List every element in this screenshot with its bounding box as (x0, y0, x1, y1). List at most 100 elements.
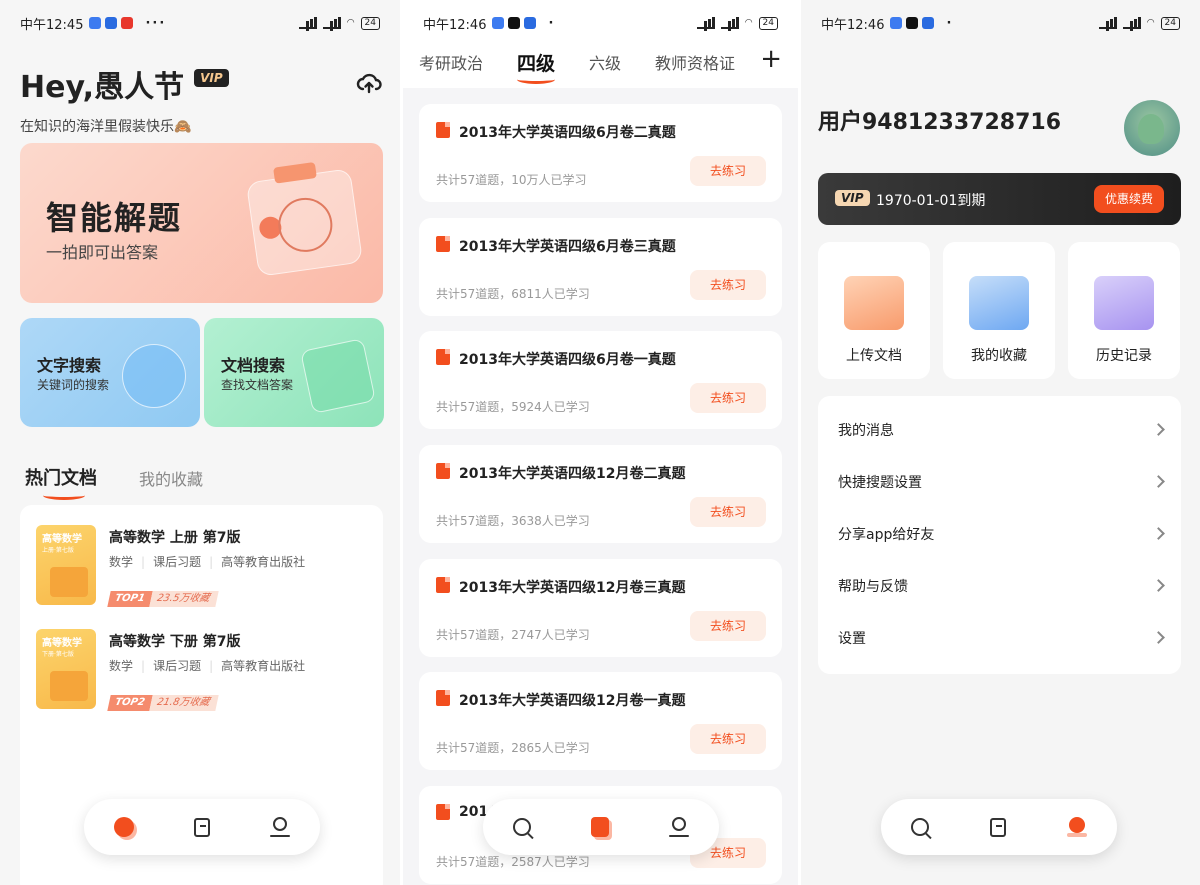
renew-button[interactable]: 优惠续费 (1094, 185, 1164, 213)
text-search-card[interactable]: 文字搜索 关键词的搜索 (20, 318, 200, 427)
home-screen: 中午12:45 ··· ◠ 24 Hey,愚人节 VIP 在知识的海洋里假装快乐… (0, 0, 400, 885)
tile-label: 上传文档 (846, 348, 902, 364)
wifi-icon: ◠ (744, 18, 753, 28)
practice-button[interactable]: 去练习 (690, 383, 766, 413)
menu-label: 分享app给好友 (838, 527, 935, 543)
status-bar: 中午12:46 · ◠ 24 (423, 12, 778, 34)
battery-icon: 24 (758, 16, 778, 30)
list-item[interactable]: 2013年大学英语四级12月卷二真题 共计57道题，3638人已学习 去练习 (419, 445, 782, 543)
practice-button[interactable]: 去练习 (690, 611, 766, 641)
pdf-icon (436, 349, 450, 365)
list-item[interactable]: 2013年大学英语四级6月卷一真题 共计57道题，5924人已学习 去练习 (419, 331, 782, 429)
home-tabs: 热门文档 我的收藏 (25, 464, 203, 500)
practice-button[interactable]: 去练习 (690, 497, 766, 527)
status-bar: 中午12:45 ··· ◠ 24 (20, 12, 380, 34)
my-favorites-tile[interactable]: 我的收藏 (943, 242, 1055, 379)
book-cover-title: 高等数学 (42, 638, 82, 649)
more-notifications-icon: · (548, 15, 556, 31)
book-cover-subtitle: 上册·第七版 (42, 547, 74, 554)
pdf-icon (436, 236, 450, 252)
qq-icon (906, 17, 919, 29)
smart-solve-subtitle: 一拍即可出答案 (46, 243, 159, 262)
item-meta: 共计57道题，2587人已学习 (436, 855, 590, 869)
practice-button[interactable]: 去练习 (690, 270, 766, 300)
exam-list-screen: 中午12:46 · ◠ 24 考研政治 四级 六级 教师资格证 + 2013年大… (403, 0, 798, 885)
doc-search-card[interactable]: 文档搜索 查找文档答案 (204, 318, 384, 427)
tab-kaoyan-politics[interactable]: 考研政治 (419, 50, 483, 74)
item-meta: 共计57道题，2865人已学习 (436, 741, 590, 755)
list-item[interactable]: 2013年大学英语四级6月卷二真题 共计57道题，10万人已学习 去练习 (419, 104, 782, 202)
document-icon[interactable] (194, 817, 210, 837)
item-title: 2013年大学英语四级12月卷二真题 (459, 466, 686, 482)
app-notification-icon (524, 17, 537, 29)
clock-icon (1094, 276, 1154, 330)
menu-item-messages[interactable]: 我的消息 (818, 405, 1181, 457)
search-icon[interactable] (513, 818, 531, 836)
home-icon[interactable] (114, 817, 134, 837)
document-icon[interactable] (591, 817, 609, 837)
menu-item-quick-search-settings[interactable]: 快捷搜题设置 (818, 457, 1181, 509)
item-title: 2013年大学英语四级6月卷三真题 (459, 239, 676, 255)
item-title: 2013年大学英语四级12月卷三真题 (459, 580, 686, 596)
status-time: 中午12:45 (20, 17, 84, 33)
app-notification-icon (89, 17, 102, 29)
tagline: 在知识的海洋里假装快乐🙈 (20, 119, 192, 135)
cloud-upload-icon[interactable] (356, 70, 382, 96)
practice-button[interactable]: 去练习 (690, 156, 766, 186)
rank-badge: TOP1 23.5万收藏 (107, 591, 219, 607)
tab-cet6[interactable]: 六级 (589, 50, 621, 74)
smart-solve-card[interactable]: 智能解题 一拍即可出答案 (20, 143, 383, 303)
doc-search-title: 文档搜索 (221, 356, 286, 375)
practice-button[interactable]: 去练习 (690, 724, 766, 754)
menu-item-share-app[interactable]: 分享app给好友 (818, 509, 1181, 561)
document-icon (300, 338, 376, 414)
bottom-nav (483, 799, 719, 855)
avatar[interactable] (1124, 100, 1180, 156)
app-notification-icon (492, 17, 505, 29)
doc-tag: 数学 (109, 555, 134, 569)
document-icon[interactable] (989, 817, 1006, 837)
signal-icon (720, 16, 739, 29)
user-icon[interactable] (270, 817, 290, 837)
smart-solve-title: 智能解题 (46, 199, 183, 237)
settings-menu: 我的消息 快捷搜题设置 分享app给好友 帮助与反馈 设置 (818, 396, 1181, 674)
pdf-icon (436, 463, 450, 479)
signal-icon (696, 16, 715, 29)
menu-label: 帮助与反馈 (838, 579, 908, 595)
signal-icon (322, 16, 341, 29)
list-item[interactable]: 高等数学 下册·第七版 高等数学 下册 第7版 数学 课后习题 高等教育出版社 … (36, 629, 366, 713)
tab-cet4[interactable]: 四级 (517, 49, 556, 84)
book-cover: 高等数学 下册·第七版 (36, 629, 96, 709)
add-category-icon[interactable]: + (760, 44, 782, 74)
app-notification-icon (890, 17, 903, 29)
fav-count: 23.5万收藏 (148, 591, 219, 607)
upload-docs-tile[interactable]: 上传文档 (818, 242, 930, 379)
vip-expiry: 1970-01-01到期 (876, 193, 986, 209)
search-icon[interactable] (911, 818, 930, 836)
vip-badge: VIP (835, 190, 870, 206)
menu-item-help-feedback[interactable]: 帮助与反馈 (818, 561, 1181, 613)
list-item[interactable]: 高等数学 上册·第七版 高等数学 上册 第7版 数学 课后习题 高等教育出版社 … (36, 525, 366, 609)
list-item[interactable]: 2013年大学英语四级12月卷一真题 共计57道题，2865人已学习 去练习 (419, 672, 782, 770)
signal-icon (298, 16, 317, 29)
history-tile[interactable]: 历史记录 (1068, 242, 1180, 379)
wifi-icon: ◠ (1146, 18, 1155, 28)
tab-teacher-cert[interactable]: 教师资格证 (655, 50, 735, 74)
folder-upload-icon (844, 276, 904, 330)
user-icon[interactable] (669, 817, 689, 837)
item-title: 2013年大学英语四级6月卷二真题 (459, 125, 676, 141)
tab-hot-docs[interactable]: 热门文档 (25, 464, 97, 500)
doc-tags: 数学 课后习题 高等教育出版社 (109, 553, 305, 570)
list-item[interactable]: 2013年大学英语四级6月卷三真题 共计57道题，6811人已学习 去练习 (419, 218, 782, 316)
pdf-icon (436, 122, 450, 138)
menu-item-settings[interactable]: 设置 (818, 613, 1181, 665)
book-cover-title: 高等数学 (42, 534, 82, 545)
greeting-text: Hey,愚人节 (20, 70, 185, 105)
wifi-icon: ◠ (346, 18, 355, 28)
app-notification-icon (922, 17, 935, 29)
list-item[interactable]: 2013年大学英语四级12月卷三真题 共计57道题，2747人已学习 去练习 (419, 559, 782, 657)
user-icon[interactable] (1066, 817, 1087, 837)
tab-my-favorites[interactable]: 我的收藏 (139, 466, 203, 490)
text-search-subtitle: 关键词的搜索 (37, 378, 110, 392)
app-notification-icon (105, 17, 118, 29)
